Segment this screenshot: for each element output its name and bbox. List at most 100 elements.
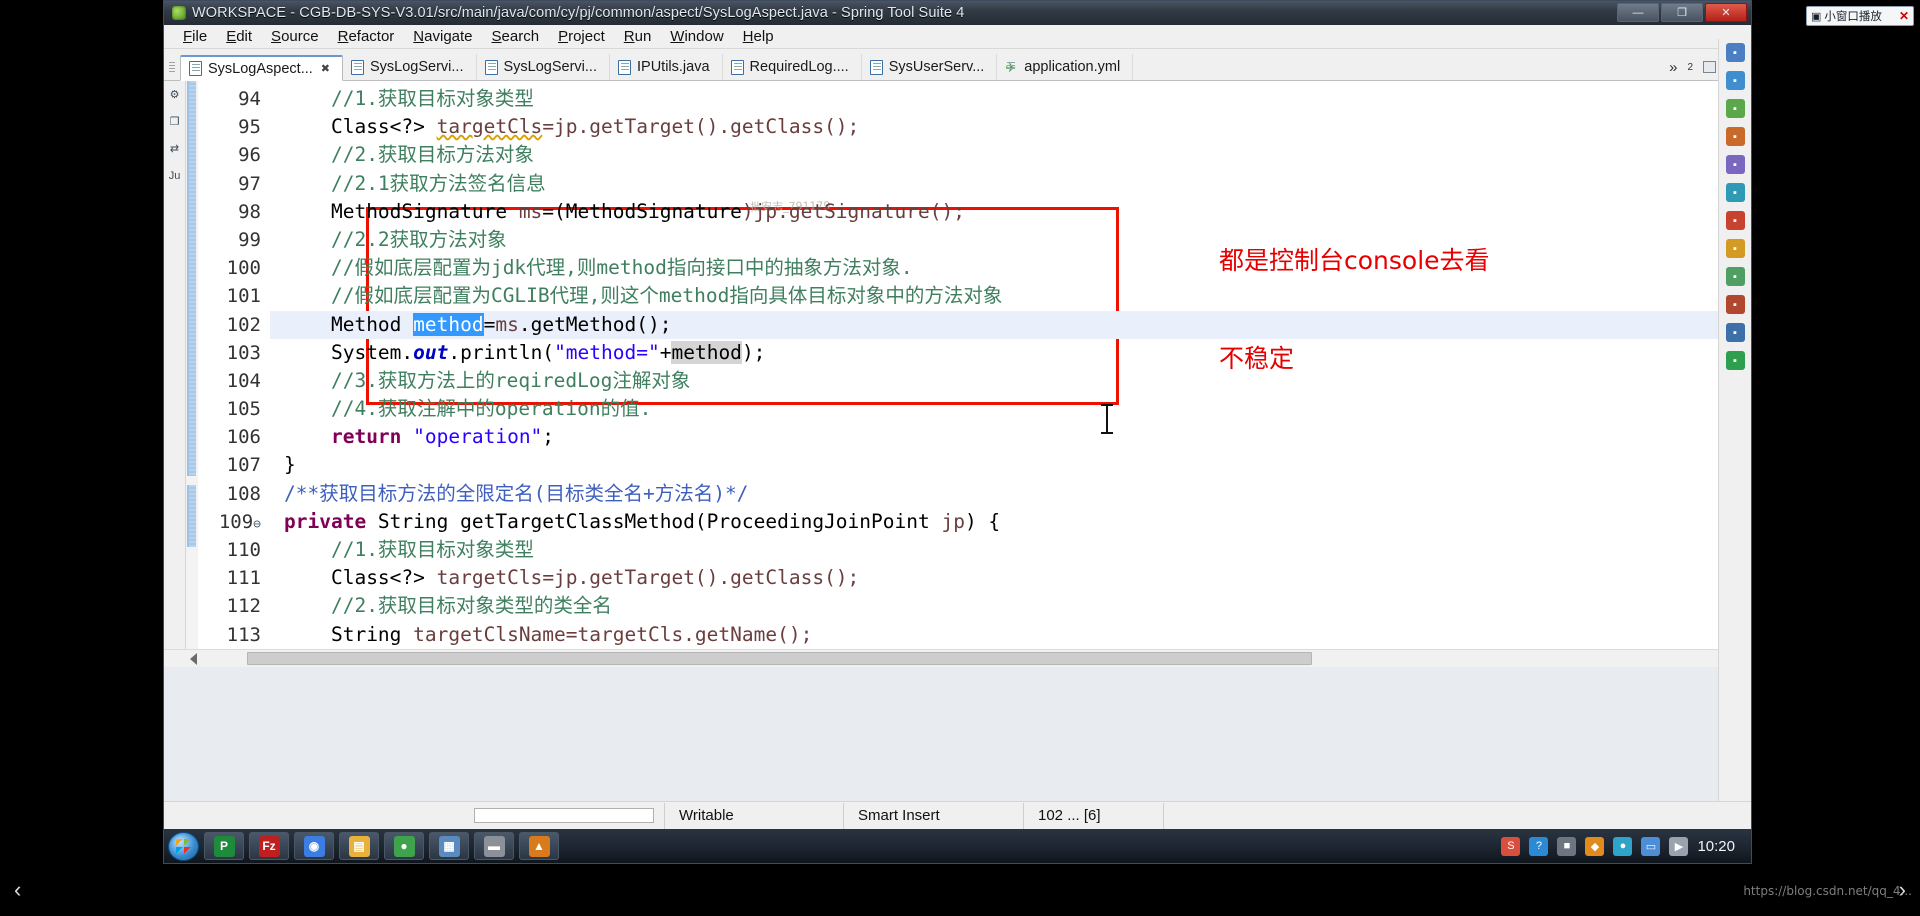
junit-icon[interactable]: Ju (167, 168, 182, 183)
volume-tray-icon[interactable]: ▶ (1669, 836, 1689, 856)
menu-item-edit[interactable]: Edit (217, 26, 261, 47)
menu-item-source[interactable]: Source (262, 26, 328, 47)
console-icon[interactable]: ▪ (1725, 183, 1745, 202)
code-line[interactable]: System.out.println("method="+method); (270, 339, 1731, 367)
editor-tab-6[interactable]: ✈ application.yml (997, 54, 1134, 80)
code-line[interactable]: } (270, 451, 1731, 479)
boot-dashboard-icon[interactable]: ▪ (1725, 239, 1745, 258)
chrome-taskbar-icon[interactable]: ◉ (294, 832, 334, 860)
code-line[interactable]: /**获取目标方法的全限定名(目标类全名+方法名)*/ (270, 480, 1731, 508)
scroll-left-arrow-icon[interactable] (190, 652, 197, 665)
fold-toggle-icon[interactable]: ⊖ (253, 517, 261, 532)
maximize-button[interactable]: ❐ (1661, 3, 1703, 22)
code-token: //假如底层配置为jdk代理,则method指向接口中的抽象方法对象. (330, 256, 913, 280)
code-line[interactable]: //4.获取注解中的operation的值. (270, 395, 1731, 423)
servers-icon[interactable]: ▪ (1725, 155, 1745, 174)
editor-tab-5[interactable]: SysUserServ... (861, 54, 998, 80)
annotation-note-1: 不稳定 (1219, 344, 1295, 373)
editor-tab-4[interactable]: RequiredLog.... (722, 54, 862, 80)
floating-mini-player-window[interactable]: ▣ 小窗口播放 ✕ (1806, 6, 1914, 26)
security-tray-icon[interactable]: ● (1613, 836, 1633, 856)
outline-icon[interactable]: ▪ (1725, 127, 1745, 146)
editor-tab-0[interactable]: SysLogAspect... ✖ (180, 55, 343, 81)
browser-taskbar-icon[interactable]: ● (384, 832, 424, 860)
code-line[interactable]: Class<?> targetCls=jp.getTarget().getCla… (270, 564, 1731, 592)
menu-item-file[interactable]: File (174, 26, 216, 47)
tasks-icon[interactable]: ▪ (1725, 43, 1745, 62)
line-number: 103 (226, 341, 261, 364)
code-line[interactable]: String targetClsName=targetCls.getName()… (270, 621, 1731, 649)
restore-editor-icon[interactable] (1703, 61, 1716, 73)
progress-icon[interactable]: ▪ (1725, 267, 1745, 286)
package-explorer-icon[interactable]: ▪ (1725, 71, 1745, 90)
code-line[interactable]: //2.获取目标对象类型的类全名 (270, 592, 1731, 620)
outline-gear-icon[interactable]: ⚙ (167, 87, 182, 102)
maven-icon[interactable]: ▪ (1725, 295, 1745, 314)
code-token: /**获取目标方法的全限定名(目标类全名+方法名)*/ (284, 481, 749, 505)
sogou-input-icon[interactable]: S (1501, 836, 1521, 856)
problems-icon[interactable]: ▪ (1725, 211, 1745, 230)
tabbar-drag-handle[interactable] (164, 54, 180, 80)
menu-item-refactor[interactable]: Refactor (329, 26, 404, 47)
code-line[interactable]: //1.获取目标对象类型 (270, 536, 1731, 564)
sts-taskbar-icon[interactable]: ▲ (519, 832, 559, 860)
code-token: "method=" (554, 340, 660, 364)
code-token: //假如底层配置为CGLIB代理,则这个method指向具体目标对象中的方法对象 (330, 284, 1003, 308)
taskbar-clock[interactable]: 10:20 (1697, 838, 1741, 855)
code-line[interactable]: MethodSignature ms=(MethodSignature)jp.g… (270, 198, 1731, 226)
code-editor[interactable]: 批安志_791179 //1.获取目标对象类型 Class<?> targetC… (270, 81, 1731, 649)
code-line[interactable]: //2.获取目标方法对象 (270, 141, 1731, 169)
misc-taskbar-icon[interactable]: ▬ (474, 832, 514, 860)
network-tray-icon[interactable]: ■ (1557, 836, 1577, 856)
code-line[interactable]: Class<?> targetCls=jp.getTarget().getCla… (270, 113, 1731, 141)
window-titlebar: WORKSPACE - CGB-DB-SYS-V3.01/src/main/ja… (164, 1, 1751, 25)
code-line[interactable]: //假如底层配置为CGLIB代理,则这个method指向具体目标对象中的方法对象 (270, 282, 1731, 310)
terminal-icon[interactable]: ▪ (1725, 323, 1745, 342)
close-button[interactable]: ✕ (1705, 3, 1747, 22)
editor-tab-close-icon[interactable]: ✖ (321, 62, 330, 75)
start-button[interactable] (168, 831, 199, 861)
pycharm-taskbar-icon[interactable]: P (204, 832, 244, 860)
menu-item-help[interactable]: Help (734, 26, 783, 47)
status-insert-mode: Smart Insert (844, 802, 1024, 829)
spring-icon[interactable]: ▪ (1725, 99, 1745, 118)
explorer-taskbar-icon-glyph: ▤ (348, 835, 370, 857)
menu-item-search[interactable]: Search (483, 26, 549, 47)
filezilla-taskbar-icon[interactable]: Fz (249, 832, 289, 860)
windows-taskbar: P Fz ◉ ▤ ● ▦ ▬ ▲ S? ■ ◆ ● ▭ ▶ 10:20 (164, 829, 1751, 863)
editor-taskbar-icon[interactable]: ▦ (429, 832, 469, 860)
floating-window-close-icon[interactable]: ✕ (1899, 9, 1909, 23)
code-line[interactable]: //假如底层配置为jdk代理,则method指向接口中的抽象方法对象. (270, 254, 1731, 282)
code-line[interactable]: //2.2获取方法对象 (270, 226, 1731, 254)
window-title: WORKSPACE - CGB-DB-SYS-V3.01/src/main/ja… (192, 5, 965, 21)
minimize-button[interactable]: — (1617, 3, 1659, 22)
menu-item-window[interactable]: Window (661, 26, 732, 47)
code-line[interactable]: private String getTargetClassMethod(Proc… (270, 508, 1731, 536)
horizontal-scroll-thumb[interactable] (247, 652, 1312, 665)
menu-item-project[interactable]: Project (549, 26, 614, 47)
shield-tray-icon[interactable]: ◆ (1585, 836, 1605, 856)
monitor-tray-icon[interactable]: ▭ (1641, 836, 1661, 856)
help-icon[interactable]: ▪ (1725, 351, 1745, 370)
copy-icon[interactable]: ❐ (167, 114, 182, 129)
compare-icon[interactable]: ⇄ (167, 141, 182, 156)
explorer-taskbar-icon[interactable]: ▤ (339, 832, 379, 860)
java-file-icon (618, 59, 631, 75)
editor-tab-1[interactable]: SysLogServi... (343, 54, 477, 80)
editor-tab-3[interactable]: IPUtils.java (610, 54, 723, 80)
code-line[interactable]: return "operation"; (270, 423, 1731, 451)
editor-horizontal-scrollbar[interactable] (164, 649, 1751, 667)
code-line[interactable]: Method method=ms.getMethod(); (270, 310, 1731, 339)
menu-item-navigate[interactable]: Navigate (404, 26, 481, 47)
help-tray-icon[interactable]: ? (1529, 836, 1549, 856)
prev-arrow-icon[interactable]: ‹ (0, 877, 35, 903)
menu-item-run[interactable]: Run (615, 26, 661, 47)
tab-overflow-chevron-icon[interactable]: » (1669, 59, 1677, 76)
code-line[interactable]: //3.获取方法上的reqiredLog注解对象 (270, 367, 1731, 395)
code-token: //2.2获取方法对象 (330, 227, 507, 251)
editor-tab-2[interactable]: SysLogServi... (476, 54, 610, 80)
code-token: //1.获取目标对象类型 (330, 538, 534, 561)
code-line[interactable]: //2.1获取方法签名信息 (270, 170, 1731, 198)
code-line[interactable]: //1.获取目标对象类型 (270, 85, 1731, 113)
